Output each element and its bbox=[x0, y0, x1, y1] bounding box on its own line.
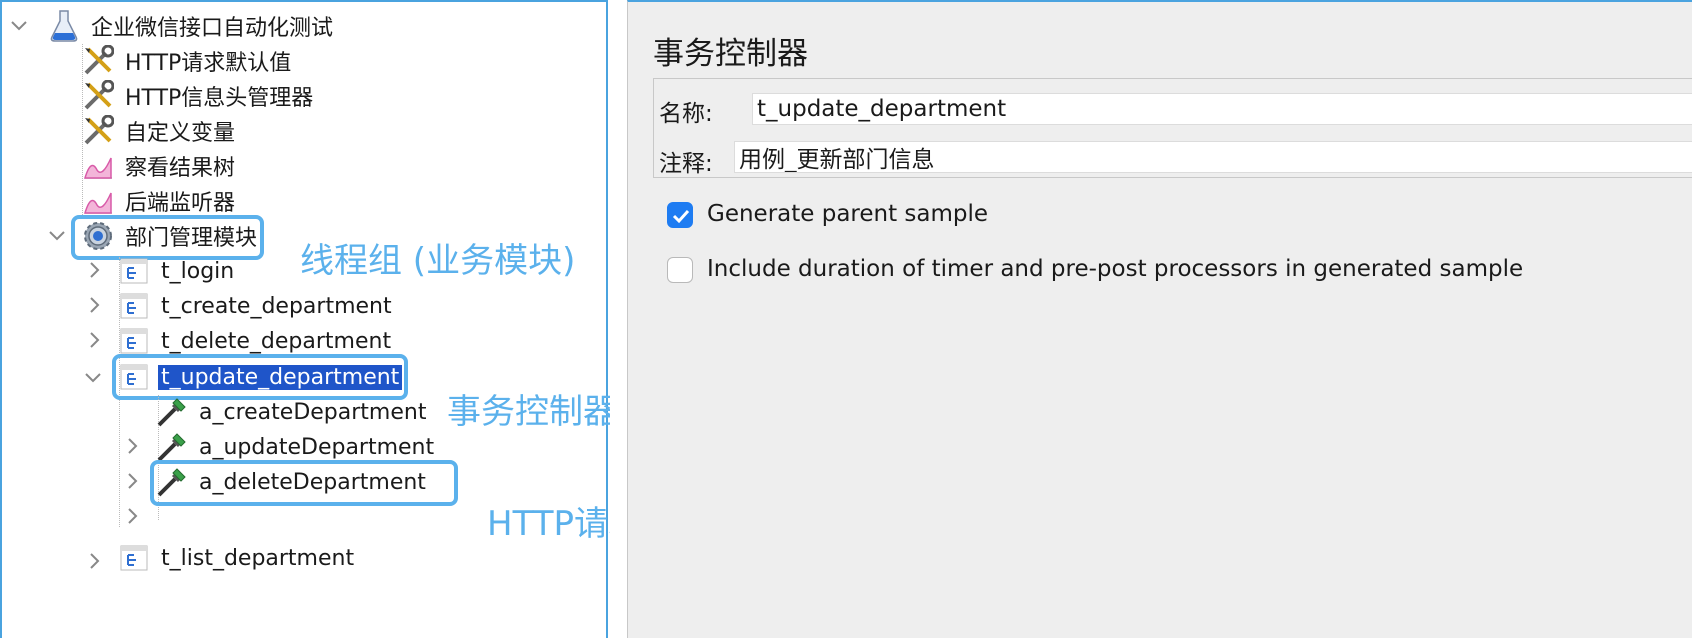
tree-node-label: a_createDepartment bbox=[199, 399, 427, 425]
comment-label: 注释: bbox=[659, 151, 713, 177]
collapse-chevron-icon[interactable] bbox=[82, 367, 104, 389]
expand-chevron-icon[interactable] bbox=[122, 505, 144, 527]
tree-node-label: 企业微信接口自动化测试 bbox=[91, 16, 334, 41]
tree-node-label: t_login bbox=[161, 258, 235, 284]
tree-node-label: 自定义变量 bbox=[125, 121, 236, 146]
collapse-chevron-icon[interactable] bbox=[8, 15, 30, 37]
tree-node-user-variables[interactable]: 自定义变量 bbox=[80, 115, 238, 147]
annotation-thread-group: 线程组 (业务模块) bbox=[300, 241, 576, 281]
tree-node-label: a_updateDepartment bbox=[199, 434, 435, 460]
tree-node-label: HTTP请求默认值 bbox=[125, 51, 292, 76]
splitter[interactable] bbox=[610, 0, 627, 638]
expand-chevron-icon[interactable] bbox=[122, 470, 144, 492]
transaction-controller-icon bbox=[116, 288, 152, 324]
listener-chart-icon bbox=[80, 183, 116, 219]
tree-node-http-defaults[interactable]: HTTP请求默认值 bbox=[80, 45, 294, 77]
http-request-highlight bbox=[150, 460, 458, 506]
generate-parent-sample-label: Generate parent sample bbox=[707, 201, 989, 227]
expand-chevron-icon[interactable] bbox=[122, 435, 144, 457]
tree-node-root[interactable]: 企业微信接口自动化测试 bbox=[46, 10, 336, 42]
tree-node-label: HTTP信息头管理器 bbox=[125, 86, 314, 111]
tree-node-t-list-department[interactable]: t_list_department bbox=[116, 542, 357, 574]
checkmark-icon bbox=[672, 209, 690, 224]
name-label: 名称: bbox=[659, 101, 713, 127]
test-plan-flask-icon bbox=[46, 8, 82, 44]
expand-chevron-icon[interactable] bbox=[84, 329, 106, 351]
tree-node-label: 察看结果树 bbox=[125, 156, 236, 181]
collapse-chevron-icon[interactable] bbox=[46, 225, 68, 247]
tree-node-header-manager[interactable]: HTTP信息头管理器 bbox=[80, 80, 316, 112]
generate-parent-sample-checkbox[interactable] bbox=[667, 202, 693, 228]
tree-node-t-login[interactable]: t_login bbox=[116, 255, 237, 287]
include-duration-label: Include duration of timer and pre-post p… bbox=[707, 256, 1524, 282]
properties-panel: 事务控制器 名称: t_update_department 注释: 用例_更新部… bbox=[627, 0, 1692, 638]
expand-chevron-icon[interactable] bbox=[84, 294, 106, 316]
tree-node-a-update-department[interactable]: a_updateDepartment bbox=[154, 431, 437, 463]
comment-input[interactable]: 用例_更新部门信息 bbox=[734, 141, 1692, 173]
tree-node-results-tree[interactable]: 察看结果树 bbox=[80, 150, 238, 182]
tree-node-t-delete-department[interactable]: t_delete_department bbox=[116, 325, 394, 357]
tree-node-backend-listener[interactable]: 后端监听器 bbox=[80, 185, 238, 217]
thread-group-highlight bbox=[71, 215, 264, 260]
include-duration-checkbox[interactable] bbox=[667, 257, 693, 283]
wrench-screwdriver-icon bbox=[80, 43, 116, 79]
tree-node-label: t_delete_department bbox=[161, 328, 392, 354]
tree-node-a-create-department[interactable]: a_createDepartment bbox=[154, 396, 429, 428]
listener-chart-icon bbox=[80, 148, 116, 184]
tree-node-label: t_create_department bbox=[161, 293, 392, 319]
pipette-icon bbox=[154, 394, 190, 430]
panel-title: 事务控制器 bbox=[653, 36, 808, 72]
name-input[interactable]: t_update_department bbox=[752, 93, 1692, 125]
tree-node-label: 后端监听器 bbox=[125, 191, 236, 216]
tree-node-label: t_list_department bbox=[161, 545, 355, 571]
transaction-controller-icon bbox=[116, 540, 152, 576]
wrench-screwdriver-icon bbox=[80, 78, 116, 114]
expand-chevron-icon[interactable] bbox=[84, 259, 106, 281]
expand-chevron-icon[interactable] bbox=[84, 550, 106, 572]
wrench-screwdriver-icon bbox=[80, 113, 116, 149]
transaction-controller-icon bbox=[116, 253, 152, 289]
name-comment-fields: 名称: t_update_department 注释: 用例_更新部门信息 bbox=[653, 78, 1692, 178]
tree-node-t-create-department[interactable]: t_create_department bbox=[116, 290, 395, 322]
